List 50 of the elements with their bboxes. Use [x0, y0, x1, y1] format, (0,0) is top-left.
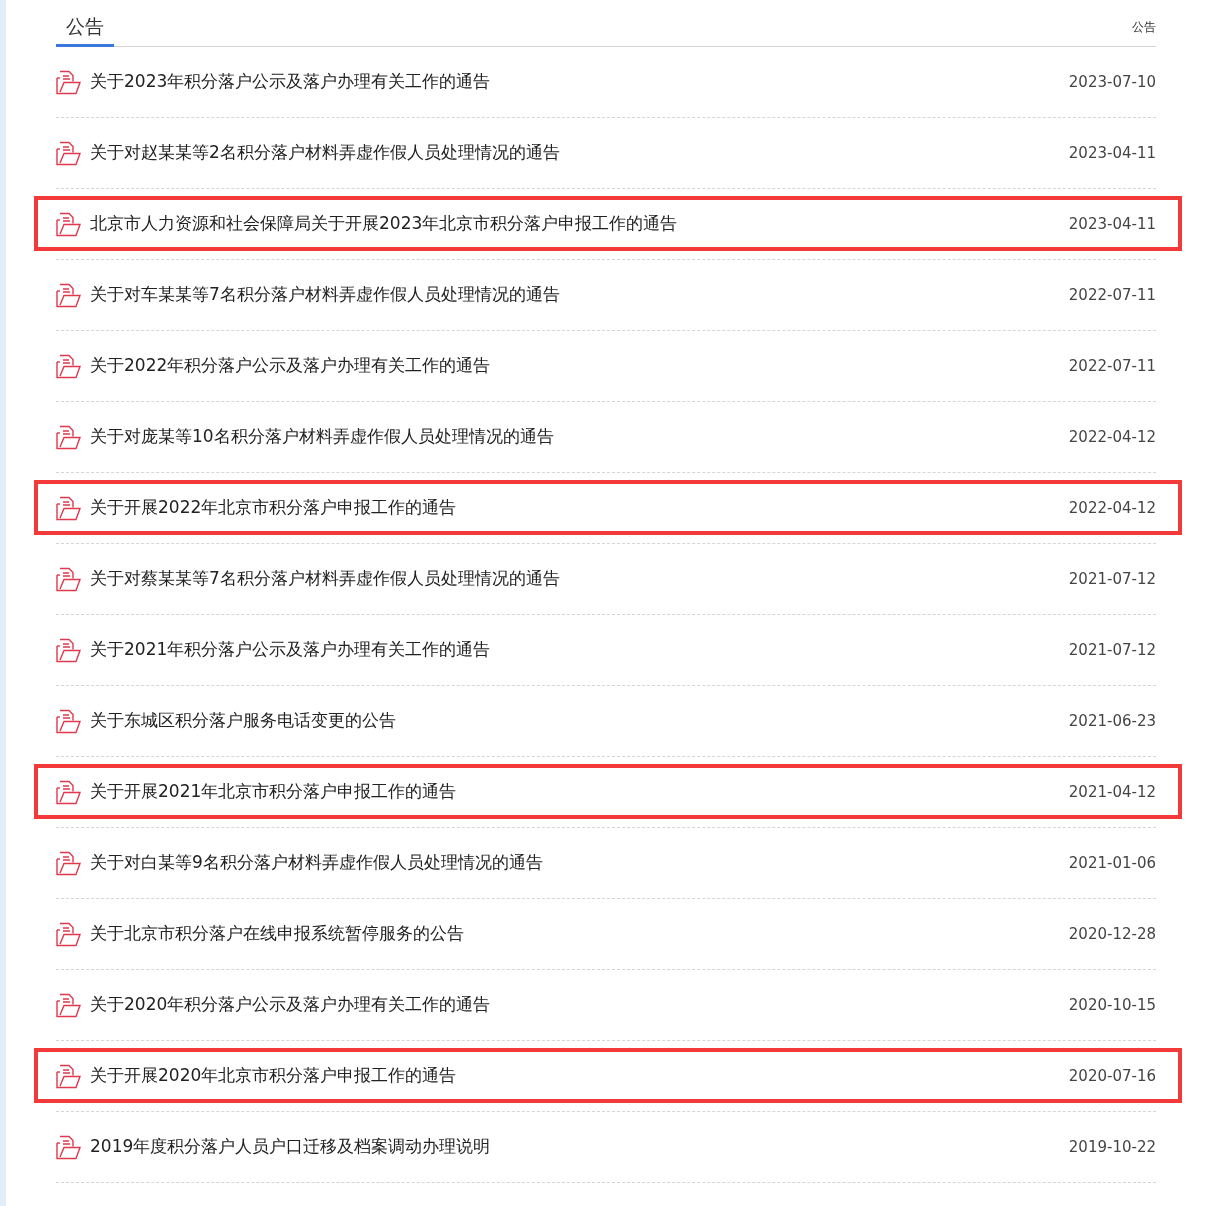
folder-document-icon — [56, 708, 81, 734]
notice-date: 2020-12-28 — [1068, 923, 1156, 945]
notice-date: 2019-10-22 — [1068, 1136, 1156, 1158]
folder-document-icon — [56, 353, 81, 379]
notice-date: 2023-07-10 — [1068, 71, 1156, 93]
notice-link[interactable]: 关于开展2020年北京市积分落户申报工作的通告 — [90, 1063, 457, 1089]
notice-date: 2022-07-11 — [1068, 284, 1156, 306]
section-link[interactable]: 公告 — [1132, 18, 1156, 36]
notice-link[interactable]: 关于对赵某某等2名积分落户材料弄虚作假人员处理情况的通告 — [90, 140, 560, 166]
notice-link[interactable]: 关于北京市积分落户在线申报系统暂停服务的公告 — [90, 921, 464, 947]
notice-date: 2020-10-15 — [1068, 994, 1156, 1016]
folder-document-icon — [56, 992, 81, 1018]
notice-link[interactable]: 北京市人力资源和社会保障局关于开展2023年北京市积分落户申报工作的通告 — [90, 211, 678, 237]
notice-link[interactable]: 关于开展2021年北京市积分落户申报工作的通告 — [90, 779, 457, 805]
notice-date: 2022-04-12 — [1068, 426, 1156, 448]
notice-link[interactable]: 关于对白某等9名积分落户材料弄虚作假人员处理情况的通告 — [90, 850, 543, 876]
notice-link[interactable]: 关于2023年积分落户公示及落户办理有关工作的通告 — [90, 69, 491, 95]
notice-link[interactable]: 关于对车某某等7名积分落户材料弄虚作假人员处理情况的通告 — [90, 282, 560, 308]
folder-document-icon — [56, 637, 81, 663]
folder-document-icon — [56, 1063, 81, 1089]
folder-document-icon — [56, 211, 81, 237]
notice-date: 2021-04-12 — [1068, 781, 1156, 803]
notice-link[interactable]: 关于对庞某等10名积分落户材料弄虚作假人员处理情况的通告 — [90, 424, 554, 450]
notice-link[interactable]: 关于对蔡某某等7名积分落户材料弄虚作假人员处理情况的通告 — [90, 566, 560, 592]
notice-link[interactable]: 关于开展2022年北京市积分落户申报工作的通告 — [90, 495, 457, 521]
notice-link[interactable]: 2019年度积分落户人员户口迁移及档案调动办理说明 — [90, 1134, 491, 1160]
folder-document-icon — [56, 921, 81, 947]
folder-document-icon — [56, 282, 81, 308]
folder-document-icon — [56, 1134, 81, 1160]
notice-link[interactable]: 关于2022年积分落户公示及落户办理有关工作的通告 — [90, 353, 491, 379]
notice-date: 2021-07-12 — [1068, 568, 1156, 590]
notice-date: 2022-04-12 — [1068, 497, 1156, 519]
notice-link[interactable]: 关于2021年积分落户公示及落户办理有关工作的通告 — [90, 637, 491, 663]
notice-date: 2021-01-06 — [1068, 852, 1156, 874]
folder-document-icon — [56, 495, 81, 521]
notice-date: 2021-06-23 — [1068, 710, 1156, 732]
notice-link[interactable]: 关于东城区积分落户服务电话变更的公告 — [90, 708, 396, 734]
notice-date: 2020-07-16 — [1068, 1065, 1156, 1087]
section-tab[interactable]: 公告 — [56, 12, 114, 47]
notice-link[interactable]: 关于2020年积分落户公示及落户办理有关工作的通告 — [90, 992, 491, 1018]
notice-date: 2021-07-12 — [1068, 639, 1156, 661]
notice-date: 2023-04-11 — [1068, 142, 1156, 164]
folder-document-icon — [56, 850, 81, 876]
folder-document-icon — [56, 424, 81, 450]
notice-date: 2022-07-11 — [1068, 355, 1156, 377]
folder-document-icon — [56, 69, 81, 95]
folder-document-icon — [56, 566, 81, 592]
notice-date: 2023-04-11 — [1068, 213, 1156, 235]
folder-document-icon — [56, 779, 81, 805]
folder-document-icon — [56, 140, 81, 166]
